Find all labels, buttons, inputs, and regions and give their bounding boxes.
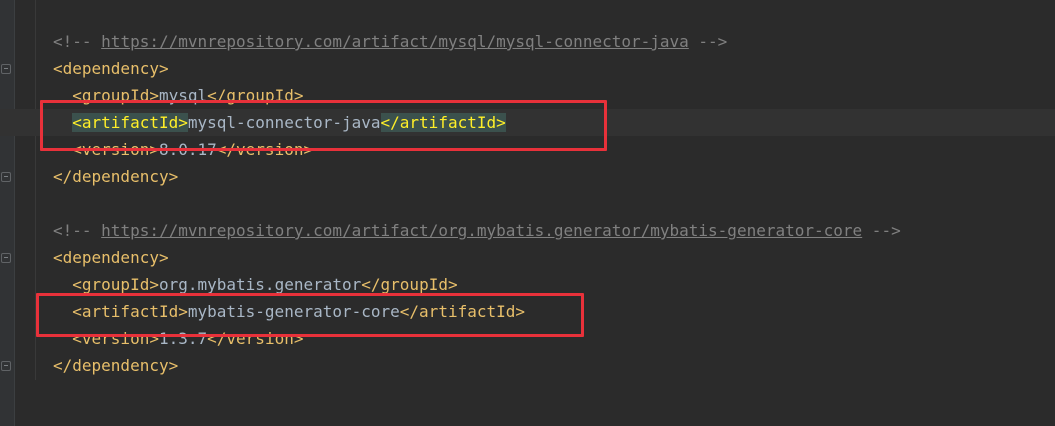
fold-marker-icon[interactable] <box>1 64 11 74</box>
xml-tag-open: <groupId> <box>72 275 159 294</box>
fold-marker-icon[interactable] <box>1 253 11 263</box>
code-line-dependency-close[interactable]: </dependency> <box>53 352 178 379</box>
gutter-divider <box>14 0 15 426</box>
xml-tag: <dependency> <box>53 59 169 78</box>
comment-open: <!-- <box>53 32 102 51</box>
code-line-dependency-open[interactable]: <dependency> <box>53 244 169 271</box>
comment-url-link[interactable]: https://mvnrepository.com/artifact/org.m… <box>101 221 862 240</box>
code-line-dependency-close[interactable]: </dependency> <box>53 163 178 190</box>
comment-close: --> <box>862 221 901 240</box>
xml-tag: </dependency> <box>53 167 179 186</box>
comment-close: --> <box>688 32 728 51</box>
fold-marker-icon[interactable] <box>1 172 11 182</box>
fold-marker-icon[interactable] <box>1 361 11 371</box>
xml-tag: <dependency> <box>53 248 169 267</box>
xml-value: org.mybatis.generator <box>158 275 362 294</box>
code-line-comment[interactable]: <!-- https://mvnrepository.com/artifact/… <box>53 28 727 55</box>
annotation-box-mybatis-artifact <box>36 293 584 337</box>
xml-tag: </dependency> <box>53 356 179 375</box>
xml-tag-close: </groupId> <box>361 275 458 294</box>
annotation-box-mysql-artifact <box>40 100 607 151</box>
code-editor[interactable]: <!-- https://mvnrepository.com/artifact/… <box>0 0 1055 426</box>
code-line-dependency-open[interactable]: <dependency> <box>53 55 169 82</box>
comment-open: <!-- <box>53 221 102 240</box>
comment-url-link[interactable]: https://mvnrepository.com/artifact/mysql… <box>101 32 689 51</box>
code-line-comment[interactable]: <!-- https://mvnrepository.com/artifact/… <box>53 217 901 244</box>
